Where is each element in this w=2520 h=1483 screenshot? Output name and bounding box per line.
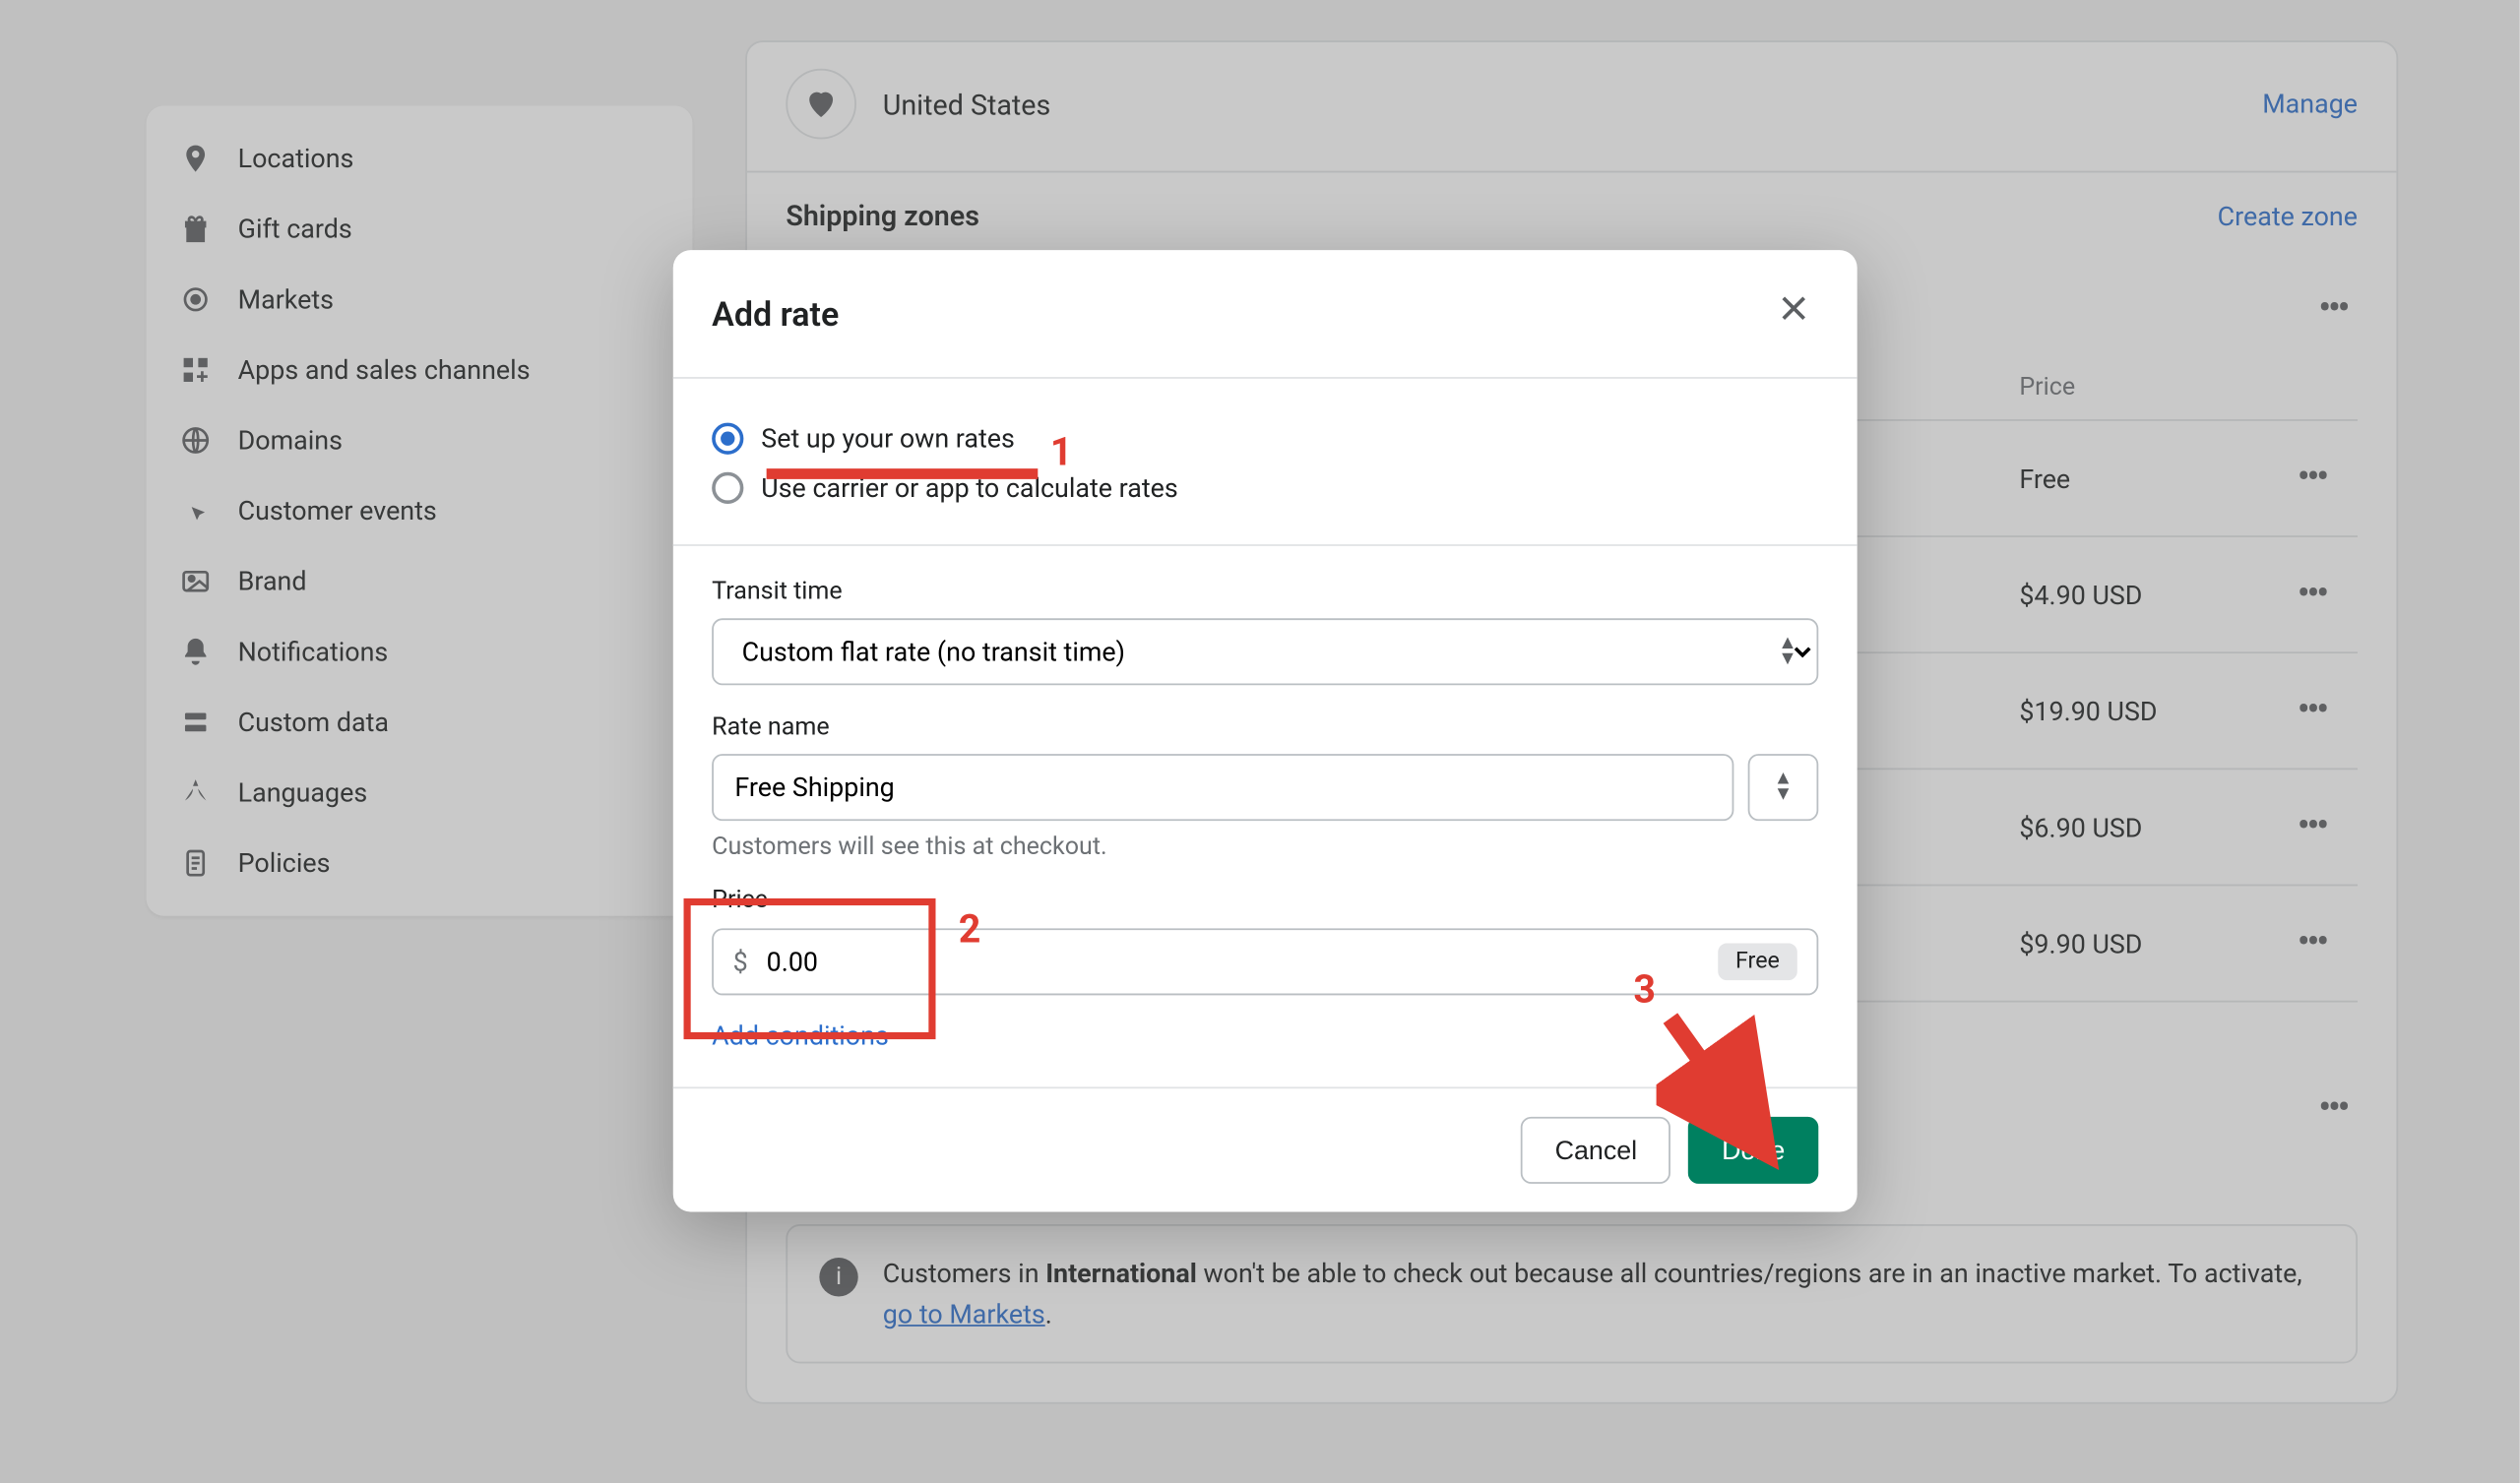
radio-own-rates[interactable]: Set up your own rates xyxy=(712,414,1818,463)
close-icon xyxy=(1776,290,1811,326)
rate-name-input[interactable] xyxy=(712,754,1733,821)
rate-name-label: Rate name xyxy=(712,713,1818,742)
transit-time-select[interactable]: Custom flat rate (no transit time) xyxy=(712,618,1818,685)
rate-name-sort-button[interactable]: ▲▼ xyxy=(1748,754,1819,821)
radio-checked-icon xyxy=(712,423,743,455)
price-label: Price xyxy=(712,886,1818,914)
transit-time-label: Transit time xyxy=(712,578,1818,606)
close-button[interactable] xyxy=(1769,281,1818,344)
rate-name-hint: Customers will see this at checkout. xyxy=(712,834,1818,862)
modal-title: Add rate xyxy=(712,293,839,334)
currency-symbol: $ xyxy=(733,946,748,977)
annotation-underline xyxy=(767,468,1039,479)
add-rate-modal: Add rate Set up your own rates Use carri… xyxy=(673,250,1858,1211)
radio-unchecked-icon xyxy=(712,472,743,504)
add-conditions-link[interactable]: Add conditions xyxy=(712,1020,1818,1051)
free-badge: Free xyxy=(1718,944,1797,981)
price-input[interactable] xyxy=(712,928,1818,995)
cancel-button[interactable]: Cancel xyxy=(1522,1117,1671,1184)
radio-label: Set up your own rates xyxy=(761,423,1015,455)
chevron-updown-icon: ▲▼ xyxy=(1774,772,1793,802)
done-button[interactable]: Done xyxy=(1688,1117,1818,1184)
